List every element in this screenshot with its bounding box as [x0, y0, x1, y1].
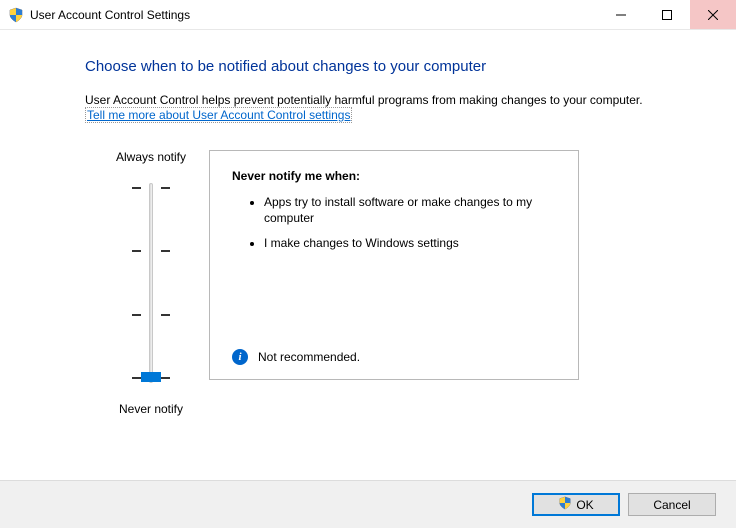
slider-tick: [161, 250, 170, 252]
info-panel: Never notify me when: Apps try to instal…: [209, 150, 579, 380]
window-controls: [598, 0, 736, 29]
slider-label-top: Always notify: [116, 150, 186, 164]
minimize-button[interactable]: [598, 0, 644, 29]
close-button[interactable]: [690, 0, 736, 29]
slider-tick: [132, 187, 141, 189]
slider-label-bottom: Never notify: [119, 402, 183, 416]
page-heading: Choose when to be notified about changes…: [85, 58, 686, 75]
panel-footer: i Not recommended.: [232, 349, 556, 365]
slider-column: Always notify Never notify: [85, 150, 205, 416]
content-area: Choose when to be notified about changes…: [0, 30, 736, 480]
ok-button-label: OK: [576, 498, 593, 512]
slider-tick: [161, 314, 170, 316]
panel-item: Apps try to install software or make cha…: [264, 195, 556, 226]
cancel-button-label: Cancel: [653, 498, 690, 512]
main-area: Always notify Never notify Never notify …: [85, 150, 686, 416]
uac-shield-icon: [558, 496, 572, 513]
panel-item: I make changes to Windows settings: [264, 236, 556, 252]
uac-shield-icon: [8, 7, 24, 23]
notification-slider[interactable]: [126, 177, 176, 389]
slider-tick: [161, 187, 170, 189]
info-icon: i: [232, 349, 248, 365]
slider-tick: [132, 377, 141, 379]
slider-tick: [161, 377, 170, 379]
slider-tick: [132, 250, 141, 252]
maximize-button[interactable]: [644, 0, 690, 29]
dialog-footer: OK Cancel: [0, 480, 736, 528]
panel-footer-text: Not recommended.: [258, 350, 360, 364]
panel-list: Apps try to install software or make cha…: [232, 195, 556, 262]
cancel-button[interactable]: Cancel: [628, 493, 716, 516]
panel-heading: Never notify me when:: [232, 169, 556, 183]
slider-tick: [132, 314, 141, 316]
help-link[interactable]: Tell me more about User Account Control …: [85, 107, 352, 123]
page-subtext: User Account Control helps prevent poten…: [85, 93, 686, 107]
ok-button[interactable]: OK: [532, 493, 620, 516]
slider-rail: [149, 183, 153, 383]
window-title: User Account Control Settings: [30, 8, 598, 22]
titlebar: User Account Control Settings: [0, 0, 736, 30]
slider-thumb[interactable]: [141, 372, 161, 382]
